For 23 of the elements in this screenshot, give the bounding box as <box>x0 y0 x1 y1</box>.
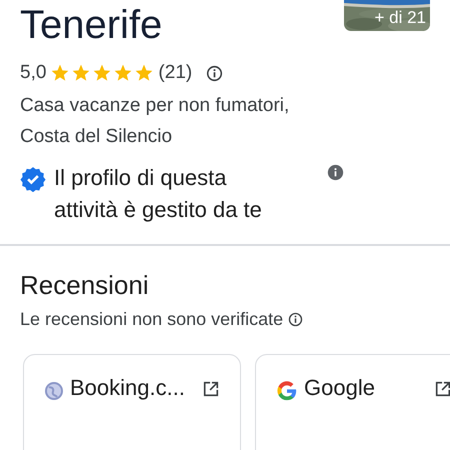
reviews-heading: Recensioni <box>20 270 150 300</box>
star-icon <box>92 63 112 83</box>
info-icon[interactable] <box>288 312 304 327</box>
review-count[interactable]: (21) <box>158 62 192 84</box>
review-source-card[interactable]: Google <box>255 354 450 450</box>
verified-text: Il profilo di questa attività è gestito da te <box>54 164 263 224</box>
external-link-icon[interactable] <box>202 380 220 398</box>
star-icon <box>113 63 134 83</box>
star-icon <box>71 63 92 83</box>
reviews-note: Le recensioni non sono verificate <box>20 309 284 330</box>
rating-value: 5,0 <box>20 62 46 84</box>
category-text: Casa vacanze per non fumatori, Costa del Silencio <box>20 94 290 149</box>
external-link-icon[interactable] <box>434 380 450 398</box>
google-logo-icon <box>276 380 298 402</box>
globe-icon <box>44 381 64 401</box>
star-icon <box>134 63 154 83</box>
review-source-link[interactable]: Google <box>304 375 428 401</box>
review-source-link[interactable]: Booking.c... <box>70 375 196 401</box>
place-title: Tenerife <box>20 2 162 48</box>
info-icon[interactable] <box>327 164 344 181</box>
info-icon[interactable] <box>206 64 224 82</box>
review-source-card[interactable]: Booking.c... <box>23 354 241 450</box>
star-icon <box>50 63 70 83</box>
